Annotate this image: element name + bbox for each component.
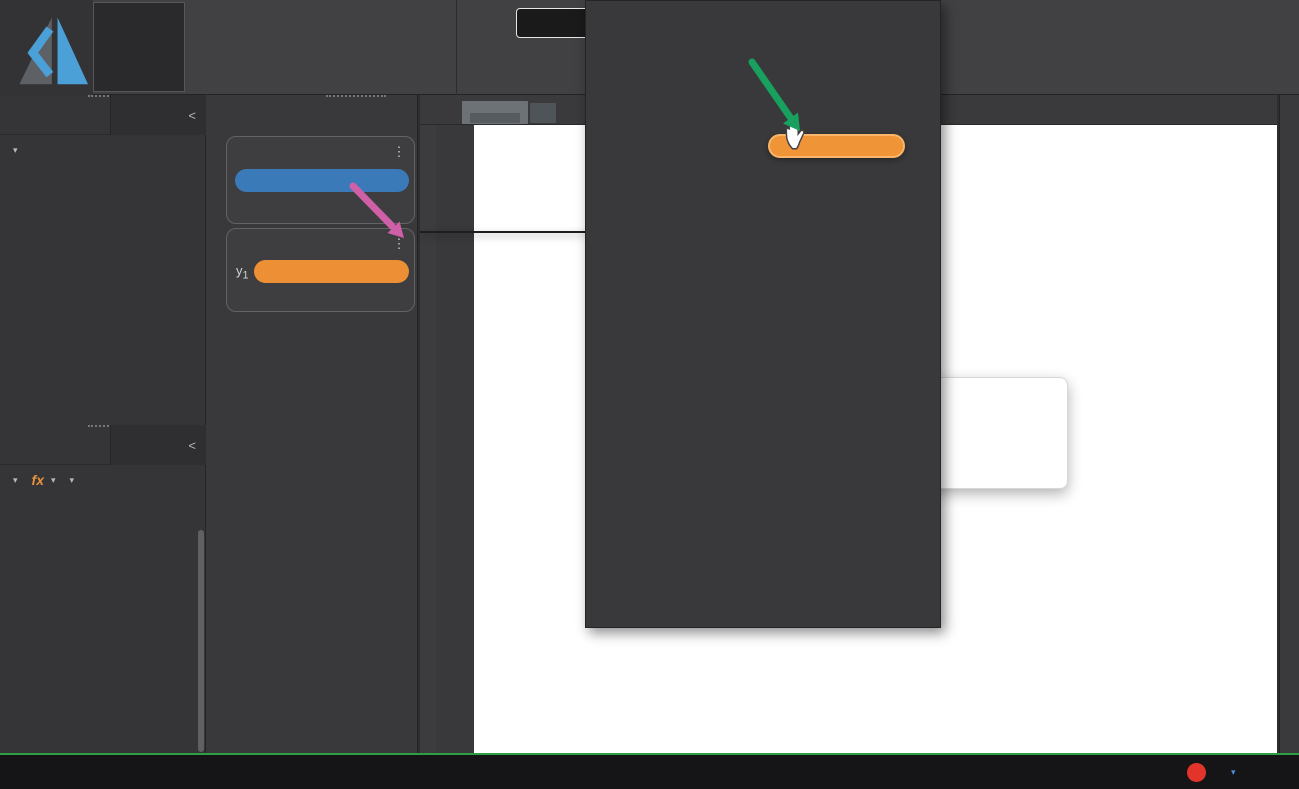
collapse-chevron-icon[interactable]: < [188, 108, 196, 123]
app-logo[interactable] [0, 0, 93, 95]
auto-run-toggle[interactable] [516, 8, 596, 38]
bottom-tab-bar: ▾ [0, 753, 1299, 789]
axis-flyout-menu [420, 231, 586, 233]
chart-type-menu [585, 0, 941, 628]
formatting-panel-strip[interactable] [1279, 95, 1299, 755]
measures-toolbar: ▾ fx ▾ ▾ [0, 465, 205, 495]
tab-content[interactable]: < [110, 95, 206, 135]
ribbon-group-general [186, 0, 456, 95]
chart-tool-strip [436, 125, 474, 753]
collapse-chevron-icon[interactable] [1280, 95, 1299, 101]
dimensions-panel: < ▾ [0, 95, 206, 425]
kebab-menu-icon[interactable]: ⋮ [392, 144, 406, 160]
categories-dropzone[interactable]: ⋮ [226, 136, 415, 224]
values-dropzone[interactable]: ⋮ y1 [226, 228, 415, 312]
caret-down-icon[interactable]: ▾ [13, 145, 18, 156]
caret-down-icon[interactable]: ▾ [70, 475, 75, 486]
redacted-block [470, 113, 520, 123]
axis-prefix-label: y1 [236, 263, 249, 282]
redacted-block [530, 103, 556, 123]
collapse-chevron-icon[interactable]: < [188, 438, 196, 453]
scrollbar[interactable] [198, 530, 204, 752]
caret-down-icon[interactable]: ▾ [1231, 767, 1236, 778]
measures-panel: < ▾ fx ▾ ▾ [0, 425, 206, 755]
query-reset-button[interactable]: ​ [458, 6, 514, 44]
sales-chip[interactable] [254, 260, 409, 283]
dimensions-toolbar: ▾ [0, 135, 205, 165]
tab-dimensions[interactable] [0, 95, 110, 135]
module-switcher [93, 2, 185, 92]
notification-badge[interactable] [1187, 763, 1206, 782]
caret-down-icon[interactable]: ▾ [51, 475, 56, 486]
drop-zones-panel: ⋮ ⋮ y1 [206, 95, 418, 755]
tab-measures[interactable] [0, 425, 110, 465]
manufacturers-chip[interactable] [235, 169, 409, 192]
fx-icon[interactable]: fx [32, 472, 44, 488]
caret-down-icon[interactable]: ▾ [13, 475, 18, 486]
kebab-menu-icon[interactable]: ⋮ [392, 236, 406, 252]
hand-drag-cursor [781, 118, 809, 150]
tab-elements[interactable]: < [110, 425, 206, 465]
